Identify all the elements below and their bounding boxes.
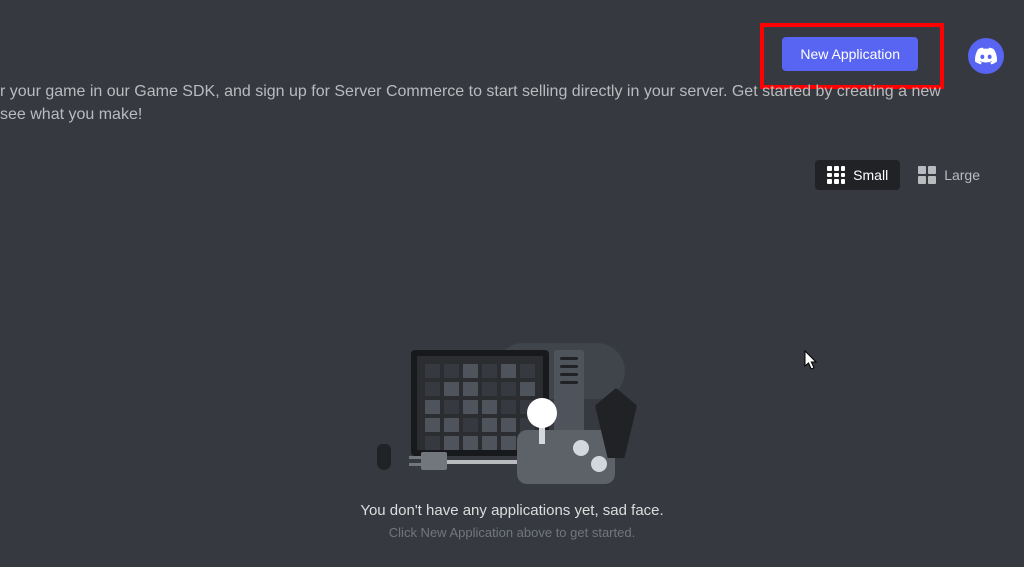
illustration-joystick-ball xyxy=(527,398,557,428)
view-large-button[interactable]: Large xyxy=(906,160,992,190)
illustration-button-b xyxy=(591,456,607,472)
view-density-toggle: Small Large xyxy=(815,160,992,190)
illustration-bat xyxy=(595,388,637,458)
empty-state-secondary-text: Click New Application above to get start… xyxy=(389,525,635,540)
intro-line-2: see what you make! xyxy=(0,103,1000,126)
view-small-button[interactable]: Small xyxy=(815,160,900,190)
view-small-label: Small xyxy=(853,167,888,183)
discord-icon xyxy=(975,45,997,67)
discord-logo-avatar[interactable] xyxy=(968,38,1004,74)
grid-large-icon xyxy=(918,166,936,184)
new-application-button[interactable]: New Application xyxy=(782,37,918,71)
mouse-cursor-icon xyxy=(804,350,820,372)
empty-state: You don't have any applications yet, sad… xyxy=(232,340,792,540)
empty-state-primary-text: You don't have any applications yet, sad… xyxy=(360,502,663,519)
intro-line-1: r your game in our Game SDK, and sign up… xyxy=(0,80,1000,103)
view-large-label: Large xyxy=(944,167,980,183)
illustration-bug xyxy=(377,444,391,470)
illustration-button-a xyxy=(573,440,589,456)
illustration-cord xyxy=(447,460,523,464)
illustration-plug xyxy=(421,452,447,470)
empty-state-illustration xyxy=(367,340,657,490)
intro-description: r your game in our Game SDK, and sign up… xyxy=(0,80,1000,126)
grid-small-icon xyxy=(827,166,845,184)
